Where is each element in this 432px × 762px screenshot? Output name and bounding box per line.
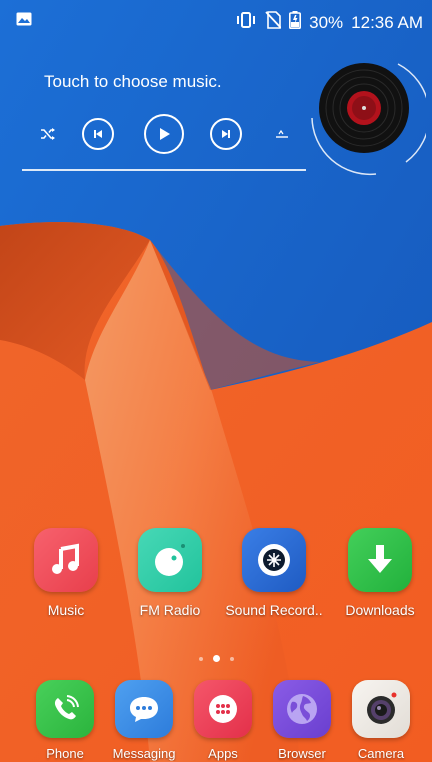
app-label: Downloads <box>345 602 415 618</box>
app-label: Sound Record.. <box>225 602 323 618</box>
image-icon <box>16 11 32 31</box>
page-dot[interactable] <box>198 657 203 661</box>
vibrate-icon <box>235 12 257 33</box>
music-note-icon <box>34 528 98 592</box>
chat-bubble-icon <box>115 680 173 738</box>
status-bar: 30% 12:36 AM <box>0 0 432 40</box>
app-music[interactable]: Music <box>16 528 116 618</box>
phone-icon <box>36 680 94 738</box>
app-label: Camera <box>357 746 405 761</box>
page-indicator[interactable] <box>0 654 432 664</box>
playback-controls <box>38 114 308 154</box>
previous-icon[interactable] <box>82 118 114 150</box>
app-fm-radio[interactable]: FM Radio <box>120 528 220 618</box>
record-icon <box>242 528 306 592</box>
camera-lens-icon <box>352 680 410 738</box>
globe-icon <box>273 680 331 738</box>
page-dot-active[interactable] <box>212 655 220 662</box>
radio-dial-icon <box>138 528 202 592</box>
shuffle-icon[interactable] <box>32 114 64 154</box>
widget-divider <box>22 169 306 171</box>
choose-music-prompt[interactable]: Touch to choose music. <box>44 72 222 92</box>
music-widget[interactable]: Touch to choose music. <box>0 58 432 178</box>
next-icon[interactable] <box>210 118 242 150</box>
download-arrow-icon <box>348 528 412 592</box>
app-grid-icon <box>194 680 252 738</box>
app-downloads[interactable]: Downloads <box>330 528 430 618</box>
app-label: FM Radio <box>139 602 201 618</box>
battery-percent: 30% <box>309 12 344 32</box>
play-icon[interactable] <box>144 114 184 154</box>
app-sound-recorder[interactable]: Sound Record.. <box>224 528 324 618</box>
app-camera[interactable]: Camera <box>331 680 431 761</box>
vinyl-record-icon[interactable] <box>306 58 426 178</box>
clock: 12:36 AM <box>351 12 423 32</box>
app-label: Music <box>47 602 85 618</box>
page-dot[interactable] <box>229 657 234 661</box>
playlist-icon[interactable] <box>266 114 298 154</box>
battery-charging-icon <box>289 11 302 34</box>
no-sim-icon <box>265 11 282 34</box>
